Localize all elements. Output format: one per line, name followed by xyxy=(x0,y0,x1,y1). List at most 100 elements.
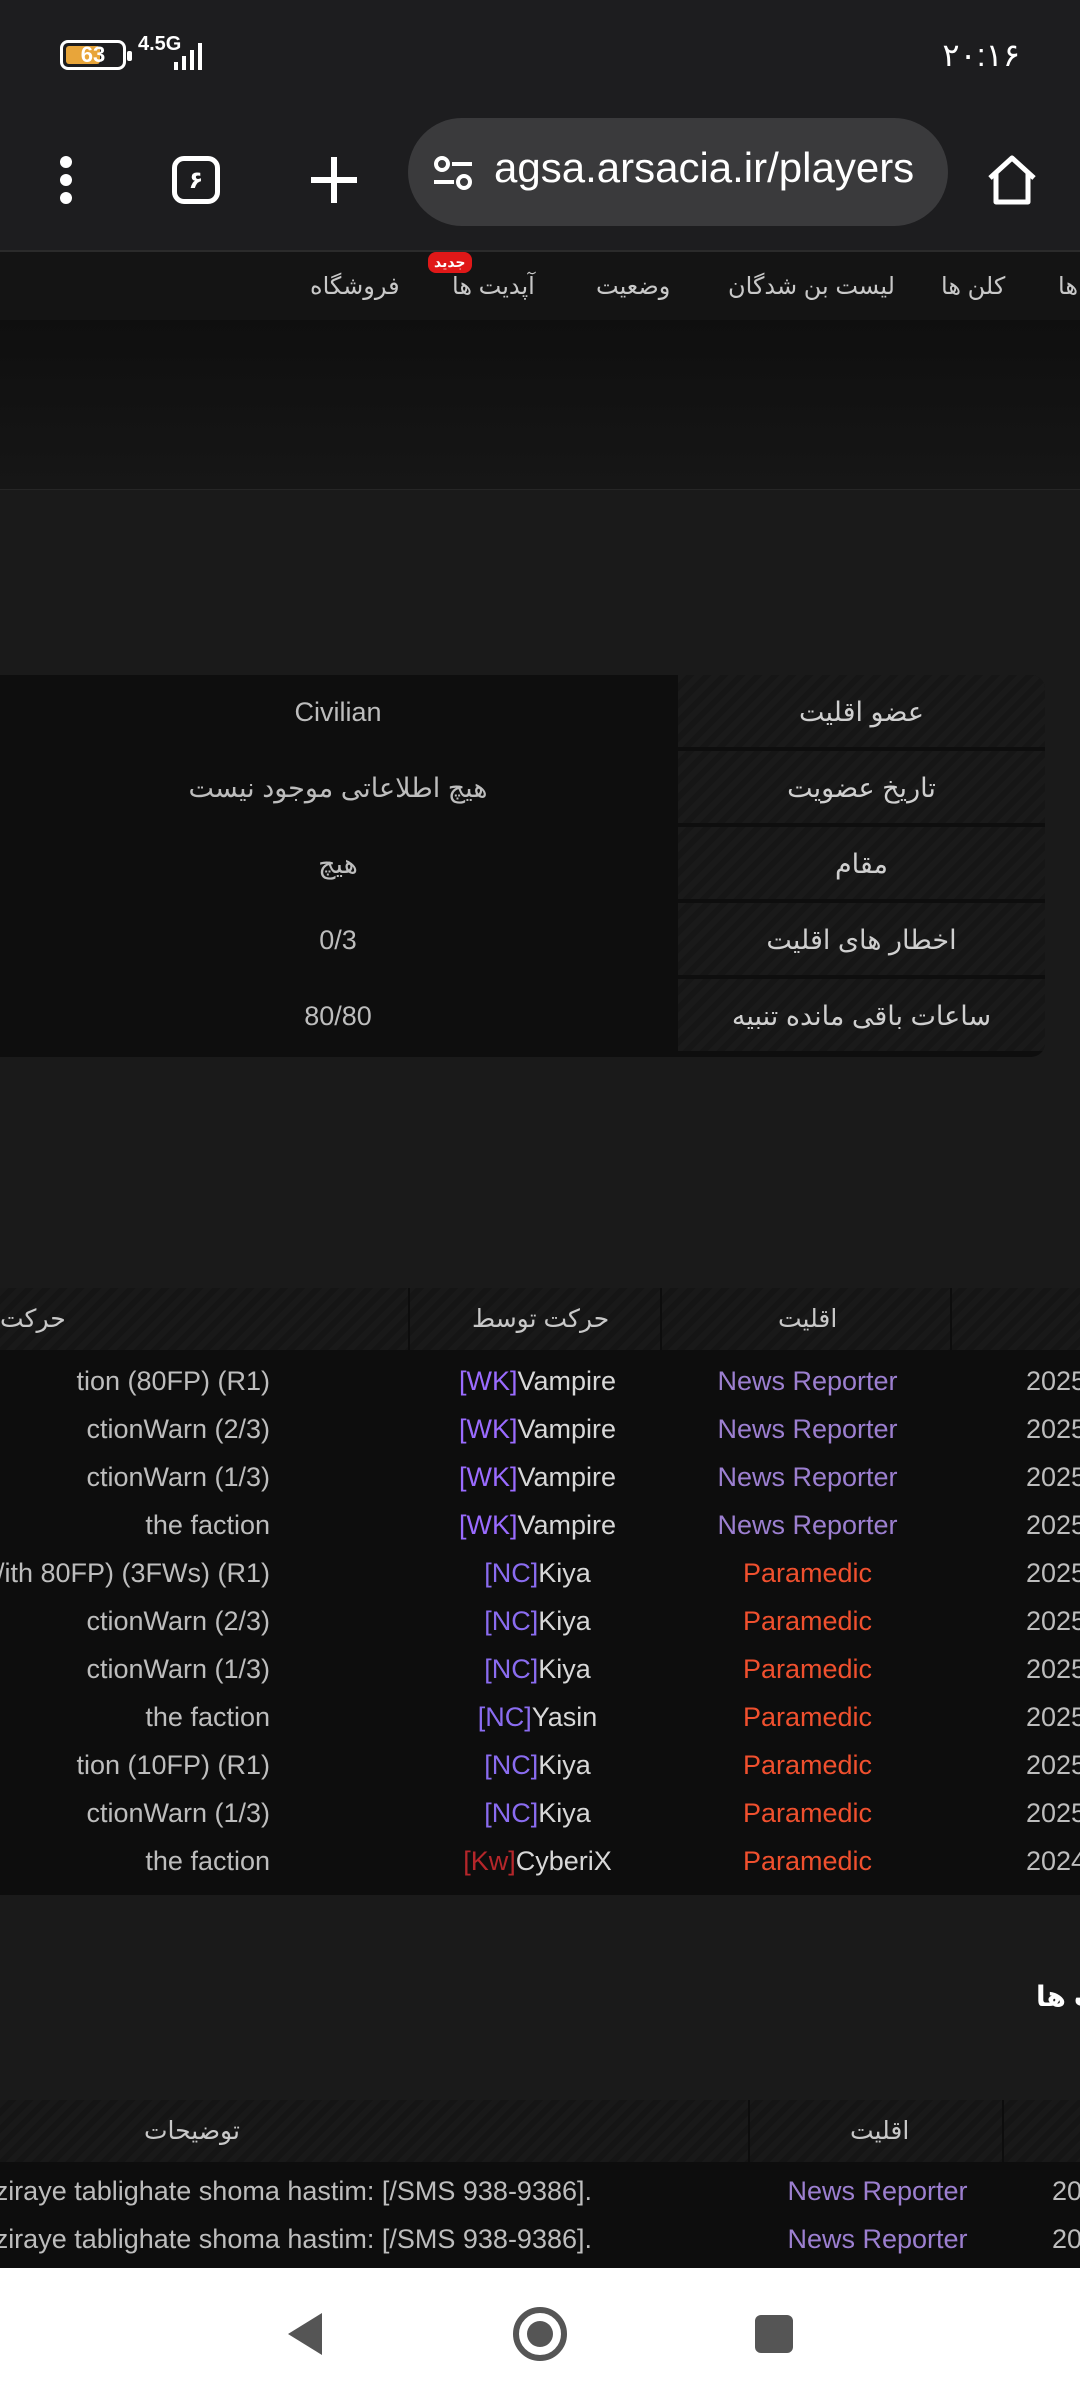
log-action: ctionWarn (1/3) xyxy=(86,1462,270,1492)
clan-tag: [WK] xyxy=(458,1462,518,1492)
clan-tag: [NC] xyxy=(484,1558,539,1588)
nav-status[interactable]: وضعیت xyxy=(596,272,670,301)
clan-tag: [WK] xyxy=(458,1510,518,1540)
log-row: tion (10FP) (R1) [NC]Kiya Paramedic 2025 xyxy=(0,1742,1080,1790)
plus-icon xyxy=(311,157,357,203)
log-faction: News Reporter xyxy=(717,1462,898,1492)
nav-updates[interactable]: آپدیت ها xyxy=(452,272,535,301)
log-action: ctionWarn (2/3) xyxy=(86,1414,270,1444)
log-by[interactable]: [NC]Kiya xyxy=(410,1750,665,1781)
nav-more[interactable]: ها xyxy=(1058,272,1078,301)
tab-count: ۶ xyxy=(172,156,220,204)
log-row: ctionWarn (1/3) [NC]Kiya Paramedic 2025 xyxy=(0,1646,1080,1694)
page-banner xyxy=(0,320,1080,490)
col-header-desc: توضیحات xyxy=(144,2117,240,2145)
log-by[interactable]: [WK]Vampire xyxy=(410,1510,665,1541)
player-name: Vampire xyxy=(517,1366,617,1396)
log-action: tion (80FP) (R1) xyxy=(76,1366,270,1396)
nav-ban-list[interactable]: لیست بن شدگان xyxy=(728,272,895,301)
log-row: the faction [NC]Yasin Paramedic 2025 xyxy=(0,1694,1080,1742)
log-action: ctionWarn (1/3) xyxy=(86,1798,270,1828)
log-row: ctionWarn (1/3) [NC]Kiya Paramedic 2025 xyxy=(0,1790,1080,1838)
log-date: 2025 xyxy=(1026,1510,1080,1540)
clan-tag: [NC] xyxy=(477,1702,532,1732)
log-by[interactable]: [NC]Kiya xyxy=(410,1558,665,1589)
log-faction: News Reporter xyxy=(717,1510,898,1540)
player-name: Kiya xyxy=(538,1654,591,1684)
log-action: the faction xyxy=(145,1702,270,1732)
logs-table-body: tion (80FP) (R1) [WK]Vampire News Reporter… xyxy=(0,1350,1080,1895)
clan-tag: [NC] xyxy=(484,1606,539,1636)
desc-table-body: ziraye tablighate shoma hastim: [/SMS 93… xyxy=(0,2162,1080,2268)
clan-tag: [Kw] xyxy=(463,1846,516,1876)
log-date: 2025 xyxy=(1026,1606,1080,1636)
log-by[interactable]: [Kw]CyberiX xyxy=(410,1846,665,1877)
player-name: Vampire xyxy=(517,1414,617,1444)
clock: ۲۰:۱۶ xyxy=(942,37,1020,73)
site-navigation: فروشگاه آپدیت ها جدید وضعیت لیست بن شدگا… xyxy=(0,250,1080,320)
logs-table-header: حرکت حرکت توسط اقلیت xyxy=(0,1288,1080,1350)
log-faction: Paramedic xyxy=(742,1798,873,1828)
address-bar[interactable]: agsa.arsacia.ir/players xyxy=(408,118,948,226)
log-faction: News Reporter xyxy=(717,1414,898,1444)
tab-switcher-button[interactable]: ۶ xyxy=(160,140,232,220)
recents-button[interactable] xyxy=(742,2302,806,2366)
info-value: 0/3 xyxy=(319,925,357,955)
site-settings-icon[interactable] xyxy=(430,150,476,196)
info-row: هیچ مقام xyxy=(0,827,1045,903)
log-date: 2025 xyxy=(1026,1462,1080,1492)
info-row: هیچ اطلاعاتی موجود نیست تاریخ عضویت xyxy=(0,751,1045,827)
log-by[interactable]: [NC]Kiya xyxy=(410,1654,665,1685)
desc-text: ziraye tablighate shoma hastim: [/SMS 93… xyxy=(0,2224,592,2254)
info-value: هیچ xyxy=(318,849,358,879)
log-date: 2025 xyxy=(1026,1558,1080,1588)
col-header-action: حرکت xyxy=(0,1305,66,1333)
clan-tag: [NC] xyxy=(484,1750,539,1780)
log-by[interactable]: [NC]Kiya xyxy=(410,1798,665,1829)
log-faction: Paramedic xyxy=(742,1654,873,1684)
log-action: ctionWarn (2/3) xyxy=(86,1606,270,1636)
log-row: /ith 80FP) (3FWs) (R1) [NC]Kiya Paramedic 2… xyxy=(0,1550,1080,1598)
player-name: Vampire xyxy=(517,1510,617,1540)
log-row: tion (80FP) (R1) [WK]Vampire News Reporter… xyxy=(0,1358,1080,1406)
log-by[interactable]: [NC]Kiya xyxy=(410,1606,665,1637)
col-header-faction: اقلیت xyxy=(778,1305,838,1333)
home-button[interactable] xyxy=(976,140,1048,220)
log-by[interactable]: [WK]Vampire xyxy=(410,1462,665,1493)
info-row: 0/3 اخطار های اقلیت xyxy=(0,903,1045,979)
nav-clans[interactable]: کلن ها xyxy=(941,272,1005,301)
log-action: the faction xyxy=(145,1510,270,1540)
home-icon xyxy=(988,155,1036,205)
log-faction: Paramedic xyxy=(742,1750,873,1780)
new-tab-button[interactable] xyxy=(298,140,370,220)
clan-tag: [WK] xyxy=(458,1366,518,1396)
log-row: ctionWarn (2/3) [NC]Kiya Paramedic 2025 xyxy=(0,1598,1080,1646)
menu-button[interactable] xyxy=(30,140,102,220)
log-faction: Paramedic xyxy=(742,1606,873,1636)
desc-row: ziraye tablighate shoma hastim: [/SMS 93… xyxy=(0,2166,1080,2214)
home-circle-icon xyxy=(513,2307,567,2361)
log-by[interactable]: [NC]Yasin xyxy=(410,1702,665,1733)
player-name: Kiya xyxy=(538,1750,591,1780)
log-by[interactable]: [WK]Vampire xyxy=(410,1414,665,1445)
player-faction-info: Civilian عضو اقلیت هیچ اطلاعاتی موجود نی… xyxy=(0,675,1045,1057)
log-by[interactable]: [WK]Vampire xyxy=(410,1366,665,1397)
home-nav-button[interactable] xyxy=(508,2302,572,2366)
col-header-by: حرکت توسط xyxy=(472,1305,610,1333)
clan-tag: [NC] xyxy=(484,1654,539,1684)
log-date: 2025 xyxy=(1026,1750,1080,1780)
more-vert-icon xyxy=(60,156,72,204)
back-button[interactable] xyxy=(272,2302,336,2366)
log-date: 2025 xyxy=(1026,1366,1080,1396)
desc-faction: News Reporter xyxy=(787,2224,968,2254)
log-row: the faction [WK]Vampire News Reporter 2025 xyxy=(0,1502,1080,1550)
player-name: CyberiX xyxy=(515,1846,612,1876)
col-header-faction: اقلیت xyxy=(850,2117,910,2145)
recents-icon xyxy=(755,2315,793,2353)
nav-shop[interactable]: فروشگاه xyxy=(310,272,400,301)
log-action: tion (10FP) (R1) xyxy=(76,1750,270,1780)
section-title: ت ها xyxy=(1036,1981,1080,2012)
player-name: Kiya xyxy=(538,1606,591,1636)
url-text: agsa.arsacia.ir/players xyxy=(494,144,915,191)
clan-tag: [WK] xyxy=(458,1414,518,1444)
